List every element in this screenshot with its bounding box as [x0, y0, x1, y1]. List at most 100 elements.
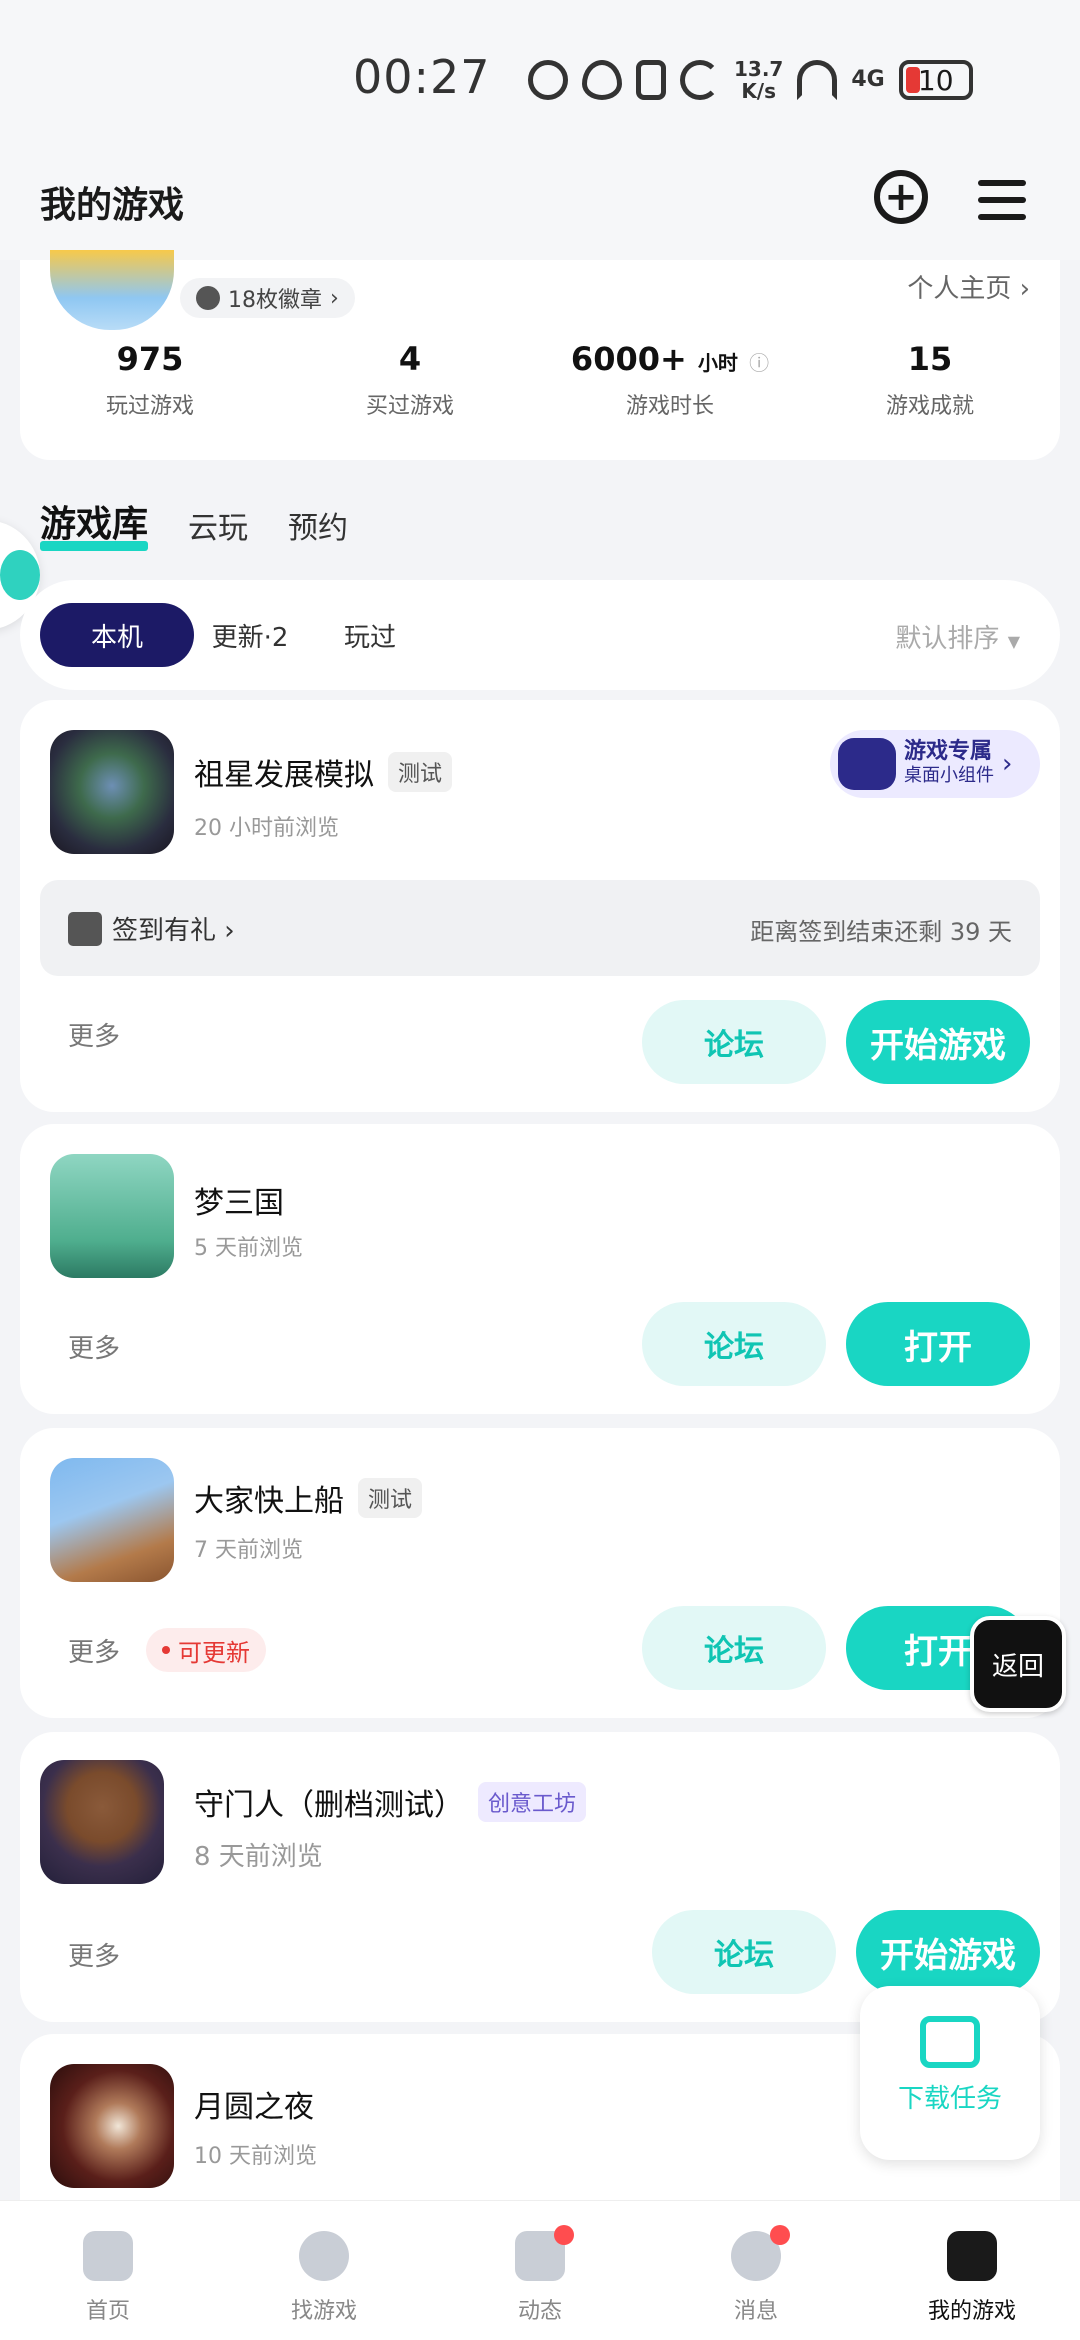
stat-bought[interactable]: 4 买过游戏 — [280, 340, 540, 420]
chat-icon — [0, 550, 40, 600]
gamepad-icon — [838, 738, 896, 790]
checkin-label-wrap: 签到有礼 › — [112, 910, 235, 947]
game-title[interactable]: 梦三国 — [194, 1178, 284, 1222]
tab-reservations[interactable]: 预约 — [288, 503, 348, 547]
stat-value: 975 — [116, 340, 184, 378]
nav-item-my-games[interactable]: 我的游戏 — [864, 2201, 1080, 2340]
forum-button[interactable]: 论坛 — [652, 1910, 836, 1994]
filter-chip-played[interactable]: 玩过 — [310, 603, 430, 667]
widget-title: 游戏专属 — [904, 739, 993, 764]
chevron-right-icon: › — [330, 285, 339, 311]
forum-button[interactable]: 论坛 — [642, 1606, 826, 1690]
forum-button[interactable]: 论坛 — [642, 1302, 826, 1386]
game-title[interactable]: 祖星发展模拟 — [194, 750, 374, 794]
menu-line — [978, 180, 1026, 186]
hd-call-icon — [528, 60, 568, 100]
badges-button[interactable]: 18枚徽章 › — [180, 278, 355, 318]
nav-item-home[interactable]: 首页 — [0, 2201, 216, 2340]
home-icon — [83, 2231, 133, 2281]
browse-time: 8 天前浏览 — [194, 1842, 323, 1872]
eye-icon — [582, 60, 622, 100]
homepage-link[interactable]: 个人主页 › — [907, 268, 1030, 305]
game-title[interactable]: 大家快上船 — [194, 1476, 344, 1520]
game-title-row: 守门人（删档测试） 创意工坊 — [194, 1780, 587, 1824]
avatar[interactable] — [50, 250, 174, 330]
update-available-badge[interactable]: 可更新 — [146, 1628, 266, 1672]
status-time: 00:27 — [353, 50, 491, 104]
profile-card: 18枚徽章 › 个人主页 › 975 玩过游戏 4 买过游戏 6000+ 小时 … — [20, 250, 1060, 460]
chevron-right-icon: › — [1019, 274, 1030, 304]
more-button[interactable]: 更多 — [68, 1936, 120, 1973]
game-icon[interactable] — [50, 1154, 174, 1278]
nav-label: 找游戏 — [290, 2299, 357, 2324]
game-tag: 测试 — [388, 752, 453, 792]
medal-icon — [196, 286, 220, 310]
stat-playtime[interactable]: 6000+ 小时 ⓘ 游戏时长 — [540, 340, 800, 420]
add-game-button[interactable]: + — [874, 170, 928, 224]
game-card: 守门人（删档测试） 创意工坊 8 天前浏览 更多 论坛 开始游戏 — [20, 1732, 1060, 2022]
more-button[interactable]: 更多 — [68, 1016, 120, 1053]
menu-line — [978, 214, 1026, 220]
download-tasks-button[interactable]: 下载任务 — [860, 1986, 1040, 2160]
update-dot — [162, 1646, 170, 1654]
widget-text: 游戏专属 桌面小组件 — [904, 740, 994, 788]
notification-dot — [554, 2225, 574, 2245]
widget-badge[interactable]: 游戏专属 桌面小组件 › — [830, 730, 1040, 798]
network-type: 4G — [851, 67, 885, 92]
start-game-button[interactable]: 开始游戏 — [856, 1910, 1040, 1994]
stat-value: 15 — [907, 340, 953, 378]
nav-item-discover[interactable]: 找游戏 — [216, 2201, 432, 2340]
more-button[interactable]: 更多 — [68, 1632, 120, 1669]
wifi-icon — [797, 60, 838, 100]
game-card: 大家快上船 测试 7 天前浏览 更多 可更新 论坛 打开 — [20, 1428, 1060, 1718]
nav-label: 我的游戏 — [927, 2299, 1016, 2324]
filter-chip-updates[interactable]: 更新·2 — [180, 603, 320, 667]
menu-button[interactable] — [978, 180, 1026, 220]
net-speed-unit: K/s — [741, 79, 777, 103]
sort-dropdown[interactable]: 默认排序 ▼ — [895, 618, 1020, 655]
open-button[interactable]: 打开 — [846, 1302, 1030, 1386]
game-title[interactable]: 守门人（删档测试） — [194, 1780, 464, 1824]
game-title-row: 月圆之夜 — [194, 2082, 314, 2126]
chevron-right-icon: › — [224, 916, 235, 946]
start-game-button[interactable]: 开始游戏 — [846, 1000, 1030, 1084]
filter-chip-local[interactable]: 本机 — [40, 603, 194, 667]
stat-achievements[interactable]: 15 游戏成就 — [800, 340, 1060, 420]
nav-item-feed[interactable]: 动态 — [432, 2201, 648, 2340]
caret-down-icon: ▼ — [1007, 632, 1020, 651]
game-icon[interactable] — [50, 1458, 174, 1582]
forum-button[interactable]: 论坛 — [642, 1000, 826, 1084]
game-card: 梦三国 5 天前浏览 更多 论坛 打开 — [20, 1124, 1060, 1414]
game-icon[interactable] — [50, 730, 174, 854]
gamepad-icon — [947, 2231, 997, 2281]
tab-cloud-play[interactable]: 云玩 — [188, 503, 248, 547]
stat-value: 4 — [398, 340, 422, 378]
filter-bar: 本机 更新·2 玩过 默认排序 ▼ — [20, 580, 1060, 690]
return-button[interactable]: 返回 — [970, 1616, 1066, 1712]
widget-subtitle: 桌面小组件 — [904, 765, 994, 786]
game-title-row: 梦三国 — [194, 1178, 284, 1222]
checkin-banner[interactable]: 签到有礼 › 距离签到结束还剩 39 天 — [40, 880, 1040, 976]
nav-item-messages[interactable]: 消息 — [648, 2201, 864, 2340]
main-tabs: 游戏库 云玩 预约 — [40, 495, 348, 551]
game-title-row: 大家快上船 测试 — [194, 1476, 423, 1520]
bottom-nav: 首页 找游戏 动态 消息 我的游戏 — [0, 2200, 1080, 2340]
tab-library[interactable]: 游戏库 — [40, 495, 149, 551]
menu-line — [978, 197, 1026, 203]
browse-time: 5 天前浏览 — [194, 1236, 303, 1261]
browse-time: 7 天前浏览 — [194, 1538, 303, 1563]
status-icons: 13.7 K/s 4G 10 — [528, 52, 973, 108]
more-button[interactable]: 更多 — [68, 1328, 120, 1365]
bluetooth-battery-icon — [636, 60, 666, 100]
game-title[interactable]: 月圆之夜 — [194, 2082, 314, 2126]
checkin-remaining: 距离签到结束还剩 39 天 — [750, 918, 1012, 946]
page-title: 我的游戏 — [40, 185, 185, 226]
stat-played[interactable]: 975 玩过游戏 — [20, 340, 280, 420]
notification-dot — [770, 2225, 790, 2245]
game-icon[interactable] — [50, 2064, 174, 2188]
game-icon[interactable] — [40, 1760, 164, 1884]
badges-label: 18枚徽章 — [228, 288, 322, 313]
info-icon[interactable]: ⓘ — [749, 351, 769, 375]
app-header: 我的游戏 + — [0, 150, 1080, 260]
stat-label: 游戏时长 — [625, 394, 714, 419]
